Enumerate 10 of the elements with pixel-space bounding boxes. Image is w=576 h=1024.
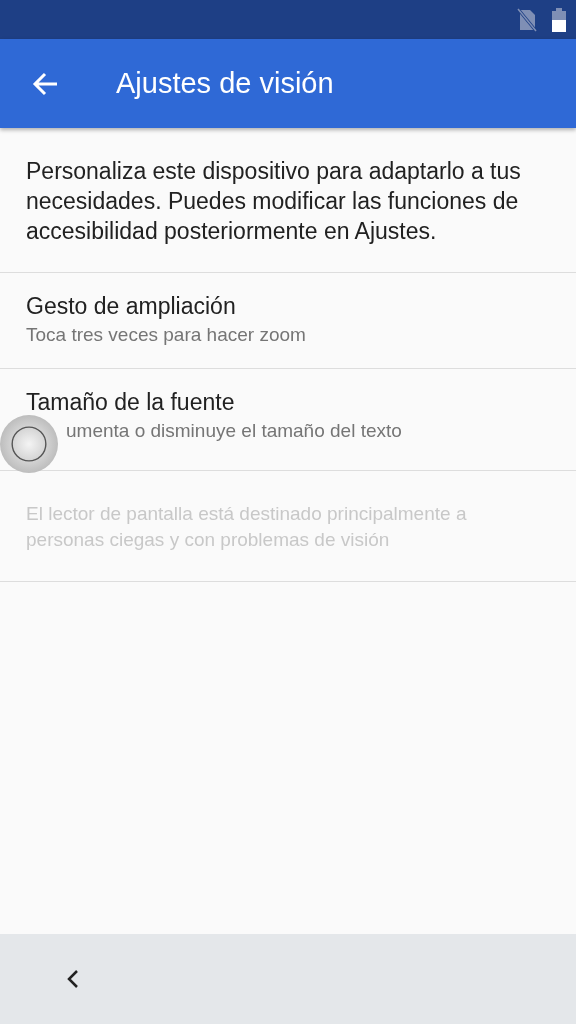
battery-icon xyxy=(552,7,566,32)
setting-title: Tamaño de la fuente xyxy=(26,389,235,416)
intro-text: Personaliza este dispositivo para adaptarlo a tus necesidades. Puedes modificar las funciones de accesibilidad posteriormente en Ajustes. xyxy=(0,128,576,273)
setting-summary: umenta o disminuye el tamaño del texto xyxy=(66,420,402,442)
settings-item[interactable]: Tamaño de la fuente umenta o disminuye el tamaño del texto xyxy=(0,369,576,471)
settings-item[interactable]: Gesto de ampliación Toca tres veces para hacer zoom xyxy=(0,273,576,369)
screen-title: Ajustes de visión xyxy=(116,67,334,100)
no-sim-icon xyxy=(516,7,538,32)
setting-title: Gesto de ampliación xyxy=(26,293,236,320)
setting-summary: Toca tres veces para hacer zoom xyxy=(26,324,306,346)
